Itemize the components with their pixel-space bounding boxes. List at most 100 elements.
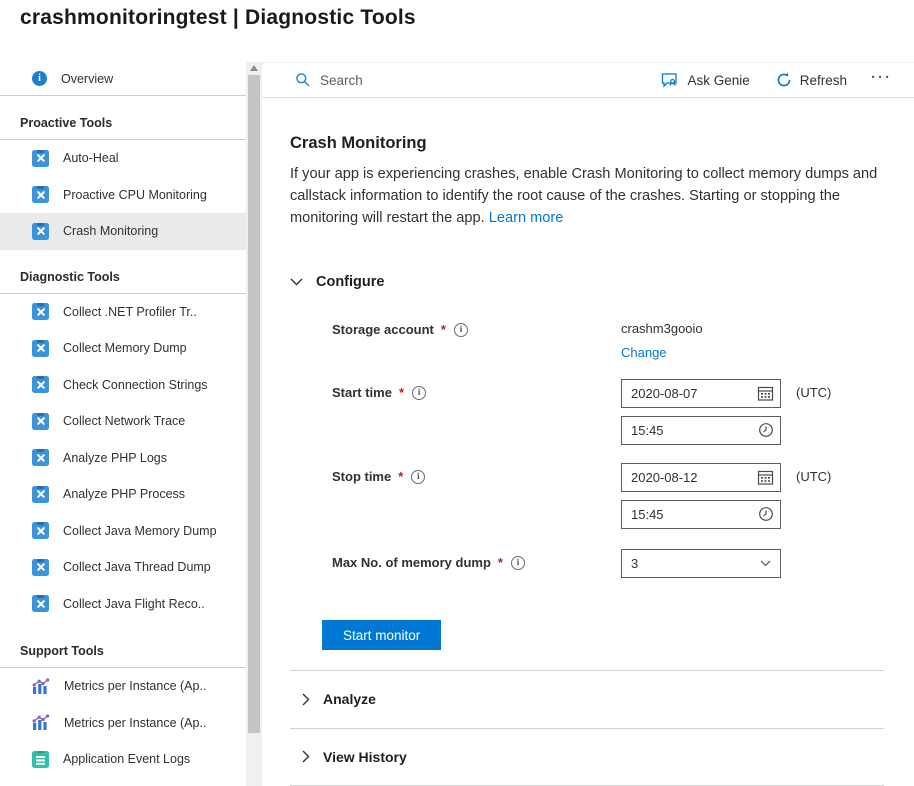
stop-time-timezone: (UTC)	[796, 463, 831, 484]
description-text: If your app is experiencing crashes, ena…	[290, 166, 877, 226]
info-icon[interactable]: i	[411, 470, 425, 484]
stop-time-input[interactable]	[621, 500, 781, 529]
info-icon[interactable]: i	[454, 323, 468, 337]
start-time-label: Start time * i	[290, 379, 621, 400]
required-marker: *	[396, 469, 403, 484]
clock-icon[interactable]	[758, 422, 774, 438]
sidebar-item-collect-java-flight-recorder[interactable]: Collect Java Flight Reco..	[0, 586, 246, 623]
clock-icon[interactable]	[758, 506, 774, 522]
scrollbar-up-arrow-icon[interactable]	[250, 65, 258, 71]
diagnostic-tool-icon	[32, 595, 49, 612]
refresh-button[interactable]: Refresh	[768, 68, 855, 92]
view-history-section-title: View History	[323, 749, 407, 765]
diagnostic-tool-icon	[32, 559, 49, 576]
metrics-chart-icon	[32, 678, 50, 695]
view-history-section-header[interactable]: View History	[290, 728, 884, 786]
info-icon[interactable]: i	[511, 556, 525, 570]
sidebar-item-collect-network-trace[interactable]: Collect Network Trace	[0, 403, 246, 440]
diagnostic-tool-icon	[32, 376, 49, 393]
blade-toolbar: Ask Genie Refresh ···	[262, 63, 914, 98]
diagnostic-tool-icon	[32, 340, 49, 357]
sidebar-item-label: Check Connection Strings	[63, 378, 208, 392]
scrollbar-thumb[interactable]	[248, 75, 260, 733]
sidebar-item-check-connection-strings[interactable]: Check Connection Strings	[0, 367, 246, 404]
sidebar-section-proactive-tools: Proactive Tools	[0, 96, 246, 140]
label-text: Storage account	[332, 322, 434, 337]
storage-account-row: Storage account * i crashm3gooio Change	[290, 316, 884, 360]
ask-genie-label: Ask Genie	[687, 73, 749, 88]
sidebar-item-auto-heal[interactable]: Auto-Heal	[0, 140, 246, 177]
sidebar-item-label: Collect Java Memory Dump	[63, 524, 217, 538]
sidebar-item-metrics-per-instance-2[interactable]: Metrics per Instance (Ap..	[0, 705, 246, 742]
diagnostic-tool-icon	[32, 303, 49, 320]
required-marker: *	[439, 322, 446, 337]
sidebar-item-label: Collect Memory Dump	[63, 341, 187, 355]
sidebar-item-collect-java-memory-dump[interactable]: Collect Java Memory Dump	[0, 513, 246, 550]
sidebar-item-proactive-cpu-monitoring[interactable]: Proactive CPU Monitoring	[0, 177, 246, 214]
page-title: crashmonitoringtest | Diagnostic Tools	[20, 6, 416, 30]
learn-more-link[interactable]: Learn more	[489, 210, 564, 226]
configure-form: Storage account * i crashm3gooio Change …	[290, 316, 884, 650]
required-marker: *	[496, 555, 503, 570]
chevron-right-icon	[302, 750, 310, 763]
analyze-section-header[interactable]: Analyze	[290, 670, 884, 728]
start-time-timezone: (UTC)	[796, 379, 831, 400]
storage-account-label: Storage account * i	[290, 316, 621, 337]
sidebar-item-collect-net-profiler[interactable]: Collect .NET Profiler Tr..	[0, 294, 246, 331]
sidebar-item-label: Collect .NET Profiler Tr..	[63, 305, 197, 319]
sidebar-item-application-event-logs[interactable]: Application Event Logs	[0, 741, 246, 778]
sidebar-item-label: Analyze PHP Logs	[63, 451, 167, 465]
sidebar-item-label: Collect Java Thread Dump	[63, 560, 211, 574]
collapsed-sections: Analyze View History	[290, 670, 884, 786]
max-memory-dump-select[interactable]: 3	[621, 549, 781, 578]
sidebar-item-label: Analyze PHP Process	[63, 487, 185, 501]
max-memory-dump-row: Max No. of memory dump * i 3	[290, 549, 884, 578]
change-storage-link[interactable]: Change	[621, 345, 667, 360]
sidebar-item-crash-monitoring[interactable]: Crash Monitoring	[0, 213, 246, 250]
start-time-input[interactable]	[621, 416, 781, 445]
label-text: Max No. of memory dump	[332, 555, 491, 570]
analyze-section-title: Analyze	[323, 691, 376, 707]
sidebar-item-metrics-per-instance-1[interactable]: Metrics per Instance (Ap..	[0, 668, 246, 705]
sidebar-item-analyze-php-logs[interactable]: Analyze PHP Logs	[0, 440, 246, 477]
sidebar-item-collect-java-thread-dump[interactable]: Collect Java Thread Dump	[0, 549, 246, 586]
sidebar-item-label: Metrics per Instance (Ap..	[64, 716, 206, 730]
calendar-icon[interactable]	[757, 385, 774, 402]
ask-genie-button[interactable]: Ask Genie	[653, 68, 757, 93]
info-icon[interactable]: i	[412, 386, 426, 400]
diagnostic-tool-icon	[32, 522, 49, 539]
diagnostic-tool-icon	[32, 150, 49, 167]
toolbar-actions: Ask Genie Refresh ···	[653, 65, 898, 96]
refresh-icon	[776, 72, 792, 88]
sidebar-item-analyze-php-process[interactable]: Analyze PHP Process	[0, 476, 246, 513]
diagnostic-tool-icon	[32, 186, 49, 203]
sidebar: i Overview Proactive Tools Auto-Heal Pro…	[0, 62, 246, 786]
required-marker: *	[397, 385, 404, 400]
chevron-down-icon	[290, 278, 303, 286]
configure-section-header[interactable]: Configure	[290, 274, 884, 290]
more-options-button[interactable]: ···	[865, 65, 898, 96]
chevron-right-icon	[302, 693, 310, 706]
start-time-row: Start time * i	[290, 379, 884, 445]
blade-content: Crash Monitoring If your app is experien…	[262, 134, 914, 786]
search-input[interactable]	[320, 73, 520, 88]
storage-account-name: crashm3gooio	[621, 321, 703, 336]
diagnostic-tool-icon	[32, 223, 49, 240]
sidebar-item-collect-memory-dump[interactable]: Collect Memory Dump	[0, 330, 246, 367]
metrics-chart-icon	[32, 714, 50, 731]
sidebar-item-overview[interactable]: i Overview	[0, 62, 246, 96]
event-logs-icon	[32, 751, 49, 768]
sidebar-item-label: Overview	[61, 72, 113, 86]
calendar-icon[interactable]	[757, 469, 774, 486]
chevron-down-icon	[760, 560, 771, 567]
search-box[interactable]	[295, 72, 653, 88]
diagnostic-tool-icon	[32, 449, 49, 466]
storage-account-value: crashm3gooio Change	[621, 316, 703, 360]
configure-section-title: Configure	[316, 274, 384, 290]
main-pane: Ask Genie Refresh ··· Crash Monitoring I…	[262, 62, 914, 786]
sidebar-scrollbar[interactable]	[246, 62, 262, 786]
sidebar-item-label: Auto-Heal	[63, 151, 119, 165]
info-circle-icon: i	[32, 71, 47, 86]
label-text: Start time	[332, 385, 392, 400]
start-monitor-button[interactable]: Start monitor	[322, 620, 441, 650]
